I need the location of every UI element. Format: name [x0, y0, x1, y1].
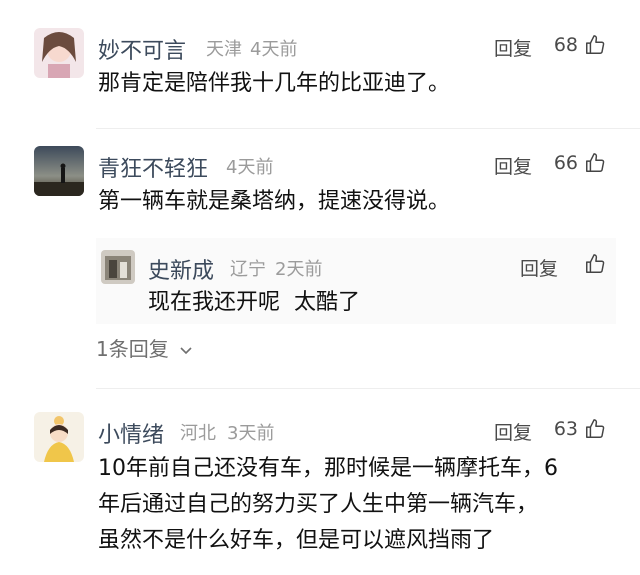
expand-replies-label: 1条回复 — [96, 337, 169, 361]
chevron-down-icon — [180, 347, 192, 355]
reply-button[interactable]: 回复 — [494, 152, 532, 179]
comment-text-line: 10年前自己还没有车，那时候是一辆摩托车，6 — [98, 456, 558, 481]
location: 天津 — [206, 39, 242, 60]
comment-text: 第一辆车就是桑塔纳，提速没得说。 — [98, 189, 451, 214]
timestamp: 4天前 — [250, 39, 298, 60]
reply-button[interactable]: 回复 — [494, 34, 532, 61]
thumbs-up-icon[interactable] — [584, 34, 606, 56]
divider — [96, 388, 640, 389]
thumbs-up-icon[interactable] — [584, 152, 606, 174]
reply-username[interactable]: 史新成 — [148, 253, 214, 285]
timestamp: 3天前 — [227, 423, 275, 444]
thumbs-up-icon[interactable] — [584, 253, 606, 275]
like-count: 68 — [553, 34, 578, 56]
reply-timestamp: 2天前 — [275, 259, 323, 280]
reply-button[interactable]: 回复 — [494, 418, 532, 445]
avatar[interactable] — [34, 146, 84, 196]
comment-text-line: 虽然不是什么好车，但是可以遮风挡雨了 — [98, 528, 495, 553]
avatar[interactable] — [101, 250, 135, 284]
thumbs-up-icon[interactable] — [584, 418, 606, 440]
divider — [96, 128, 640, 129]
avatar[interactable] — [34, 28, 84, 78]
reply-button[interactable]: 回复 — [520, 254, 558, 281]
comment-text-line: 年后通过自己的努力买了人生中第一辆汽车， — [98, 492, 539, 517]
avatar[interactable] — [34, 412, 84, 462]
username[interactable]: 青狂不轻狂 — [98, 151, 208, 183]
username[interactable]: 小情绪 — [98, 417, 164, 449]
expand-replies-link[interactable]: 1条回复 — [96, 333, 193, 362]
like-count: 63 — [553, 418, 578, 440]
reply-location: 辽宁 — [230, 259, 266, 280]
like-count: 66 — [553, 152, 578, 174]
reply-text: 现在我还开呢 太酷了 — [148, 290, 360, 315]
username[interactable]: 妙不可言 — [98, 33, 186, 65]
comment-text: 那肯定是陪伴我十几年的比亚迪了。 — [98, 71, 451, 96]
timestamp: 4天前 — [226, 157, 274, 178]
location: 河北 — [180, 423, 216, 444]
